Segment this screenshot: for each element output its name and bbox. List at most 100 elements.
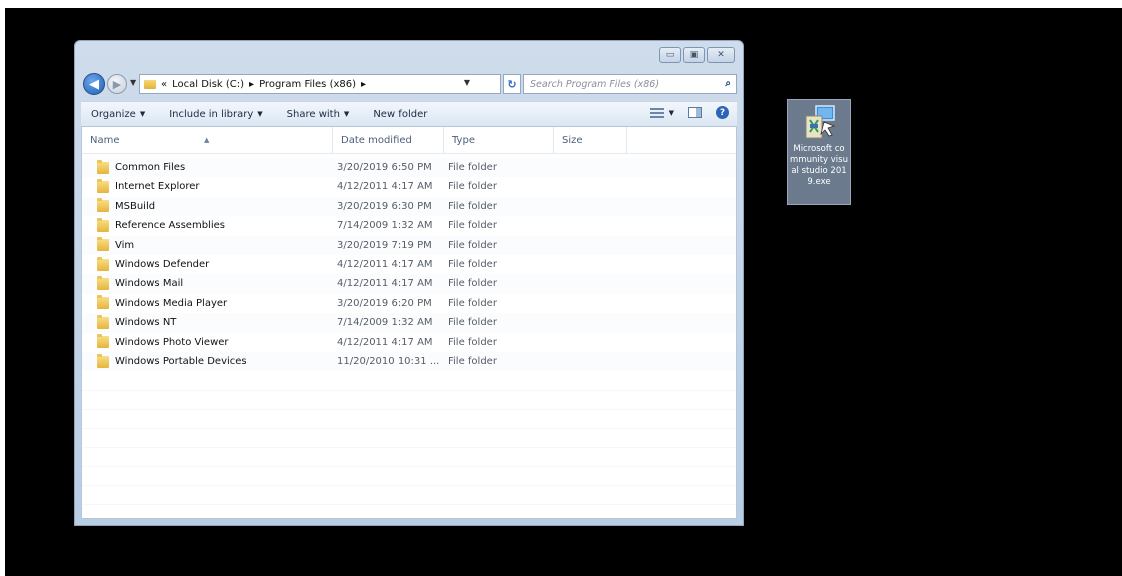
back-button[interactable]: ◀ bbox=[83, 73, 105, 95]
folder-icon bbox=[97, 256, 109, 271]
installer-icon bbox=[805, 105, 836, 139]
file-name: Windows Mail bbox=[115, 278, 184, 290]
folder-icon bbox=[144, 79, 156, 89]
file-list[interactable]: Name ▲ Date modified Type Size Common Fi… bbox=[81, 126, 737, 519]
folder-icon bbox=[97, 159, 109, 174]
include-in-library-menu[interactable]: Include in library ▼ bbox=[169, 109, 262, 120]
forward-button[interactable]: ▶ bbox=[107, 74, 127, 94]
file-rows: Common Files 3/20/2019 6:50 PM File folder… bbox=[82, 158, 736, 372]
close-button[interactable]: ✕ bbox=[707, 47, 735, 63]
file-name: Reference Assemblies bbox=[115, 220, 225, 232]
explorer-window[interactable]: ▭ ▣ ✕ ◀ ▶ ▼ « Local Disk (C:) ▸ Program … bbox=[74, 40, 744, 526]
chevron-down-icon: ▼ bbox=[343, 110, 350, 118]
file-date: 3/20/2019 6:50 PM bbox=[337, 162, 432, 173]
caption-buttons: ▭ ▣ ✕ bbox=[659, 47, 735, 63]
organize-menu[interactable]: Organize ▼ bbox=[91, 109, 145, 120]
folder-icon bbox=[97, 198, 109, 213]
list-item[interactable]: Windows Portable Devices 11/20/2010 10:31… bbox=[82, 351, 736, 372]
search-icon[interactable]: ⌕ bbox=[725, 78, 731, 89]
address-segment-program-files[interactable]: Program Files (x86) bbox=[259, 79, 356, 90]
search-placeholder: Search Program Files (x86) bbox=[530, 78, 660, 90]
search-input[interactable]: Search Program Files (x86) ⌕ bbox=[523, 74, 737, 94]
chevron-down-icon: ▼ bbox=[668, 108, 674, 117]
new-folder-button[interactable]: New folder bbox=[373, 109, 427, 120]
file-date: 4/12/2011 4:17 AM bbox=[337, 278, 433, 290]
folder-icon bbox=[97, 276, 109, 291]
column-size-label: Size bbox=[562, 135, 583, 146]
desktop-icon-label: Microsoft community visual studio 2019.e… bbox=[790, 144, 848, 187]
address-overflow-chevron[interactable]: « bbox=[161, 79, 167, 90]
empty-list-area[interactable] bbox=[82, 372, 736, 518]
desktop-icon-installer[interactable]: Microsoft community visual studio 2019.e… bbox=[787, 99, 851, 205]
file-type: File folder bbox=[448, 162, 497, 173]
list-item[interactable]: Common Files 3/20/2019 6:50 PM File folder bbox=[82, 158, 736, 178]
file-date: 3/20/2019 7:19 PM bbox=[337, 239, 432, 251]
address-segment-local-disk[interactable]: Local Disk (C:) bbox=[172, 79, 244, 90]
folder-icon bbox=[97, 353, 109, 368]
command-bar: Organize ▼ Include in library ▼ Share wi… bbox=[81, 101, 737, 127]
file-name: Windows NT bbox=[115, 317, 177, 329]
column-header-name[interactable]: Name ▲ bbox=[82, 127, 332, 153]
file-name: Common Files bbox=[115, 162, 186, 173]
column-header-type[interactable]: Type bbox=[443, 127, 553, 153]
views-icon bbox=[649, 107, 664, 118]
list-item[interactable]: Vim 3/20/2019 7:19 PM File folder bbox=[82, 235, 736, 255]
folder-icon bbox=[97, 334, 109, 349]
file-type: File folder bbox=[448, 336, 497, 348]
list-item[interactable]: Windows Mail 4/12/2011 4:17 AM File folder bbox=[82, 274, 736, 294]
change-view-button[interactable]: ▼ bbox=[649, 107, 674, 118]
list-item[interactable]: Internet Explorer 4/12/2011 4:17 AM File f… bbox=[82, 177, 736, 196]
minimize-button[interactable]: ▭ bbox=[659, 47, 681, 63]
address-dropdown-icon[interactable]: ▼ bbox=[464, 78, 470, 87]
file-type: File folder bbox=[448, 200, 497, 212]
file-name: MSBuild bbox=[115, 200, 156, 212]
folder-icon bbox=[97, 314, 109, 329]
address-separator-arrow[interactable]: ▸ bbox=[361, 79, 366, 90]
preview-pane-icon[interactable] bbox=[688, 107, 702, 118]
file-type: File folder bbox=[448, 181, 497, 193]
toolbar-right-group: ▼ ? bbox=[649, 106, 729, 119]
sort-ascending-icon: ▲ bbox=[204, 136, 210, 144]
list-item[interactable]: MSBuild 3/20/2019 6:30 PM File folder bbox=[82, 196, 736, 217]
list-item[interactable]: Windows NT 7/14/2009 1:32 AM File folder bbox=[82, 313, 736, 333]
file-date: 3/20/2019 6:20 PM bbox=[337, 297, 432, 309]
chevron-down-icon: ▼ bbox=[139, 110, 146, 118]
address-bar[interactable]: « Local Disk (C:) ▸ Program Files (x86) … bbox=[139, 74, 501, 94]
file-date: 7/14/2009 1:32 AM bbox=[337, 220, 433, 232]
chevron-down-icon: ▼ bbox=[257, 110, 263, 118]
file-date: 11/20/2010 10:31 ... bbox=[337, 355, 440, 367]
folder-icon bbox=[97, 179, 109, 194]
share-with-menu[interactable]: Share with ▼ bbox=[287, 109, 350, 120]
file-date: 4/12/2011 4:17 AM bbox=[337, 336, 433, 348]
organize-label: Organize bbox=[91, 108, 136, 120]
address-separator-arrow[interactable]: ▸ bbox=[249, 79, 254, 90]
file-type: File folder bbox=[448, 278, 497, 290]
file-type: File folder bbox=[448, 239, 497, 251]
column-header-date-modified[interactable]: Date modified bbox=[332, 127, 443, 153]
maximize-button[interactable]: ▣ bbox=[683, 47, 705, 63]
refresh-button[interactable]: ↻ bbox=[503, 74, 521, 94]
file-type: File folder bbox=[448, 355, 497, 367]
new-folder-label: New folder bbox=[373, 108, 428, 120]
recent-pages-dropdown-icon[interactable]: ▼ bbox=[130, 78, 136, 87]
share-with-label: Share with bbox=[286, 108, 340, 120]
file-name: Internet Explorer bbox=[115, 181, 200, 193]
file-date: 3/20/2019 6:30 PM bbox=[337, 200, 432, 212]
file-type: File folder bbox=[448, 220, 497, 232]
list-item[interactable]: Windows Defender 4/12/2011 4:17 AM File fo… bbox=[82, 255, 736, 274]
screen-left-border bbox=[0, 0, 5, 576]
column-header-size[interactable]: Size bbox=[553, 127, 627, 153]
file-type: File folder bbox=[448, 258, 497, 270]
file-date: 7/14/2009 1:32 AM bbox=[337, 317, 433, 329]
file-date: 4/12/2011 4:17 AM bbox=[337, 258, 433, 270]
list-item[interactable]: Windows Photo Viewer 4/12/2011 4:17 AM Fil… bbox=[82, 333, 736, 352]
folder-icon bbox=[97, 217, 109, 232]
column-name-label: Name bbox=[90, 135, 120, 146]
screen-top-border bbox=[0, 0, 1122, 8]
file-name: Windows Portable Devices bbox=[115, 355, 247, 367]
folder-icon bbox=[97, 295, 109, 310]
help-icon[interactable]: ? bbox=[716, 106, 729, 119]
list-item[interactable]: Reference Assemblies 7/14/2009 1:32 AM Fil… bbox=[82, 216, 736, 235]
include-in-library-label: Include in library bbox=[169, 108, 254, 120]
list-item[interactable]: Windows Media Player 3/20/2019 6:20 PM Fil… bbox=[82, 294, 736, 313]
